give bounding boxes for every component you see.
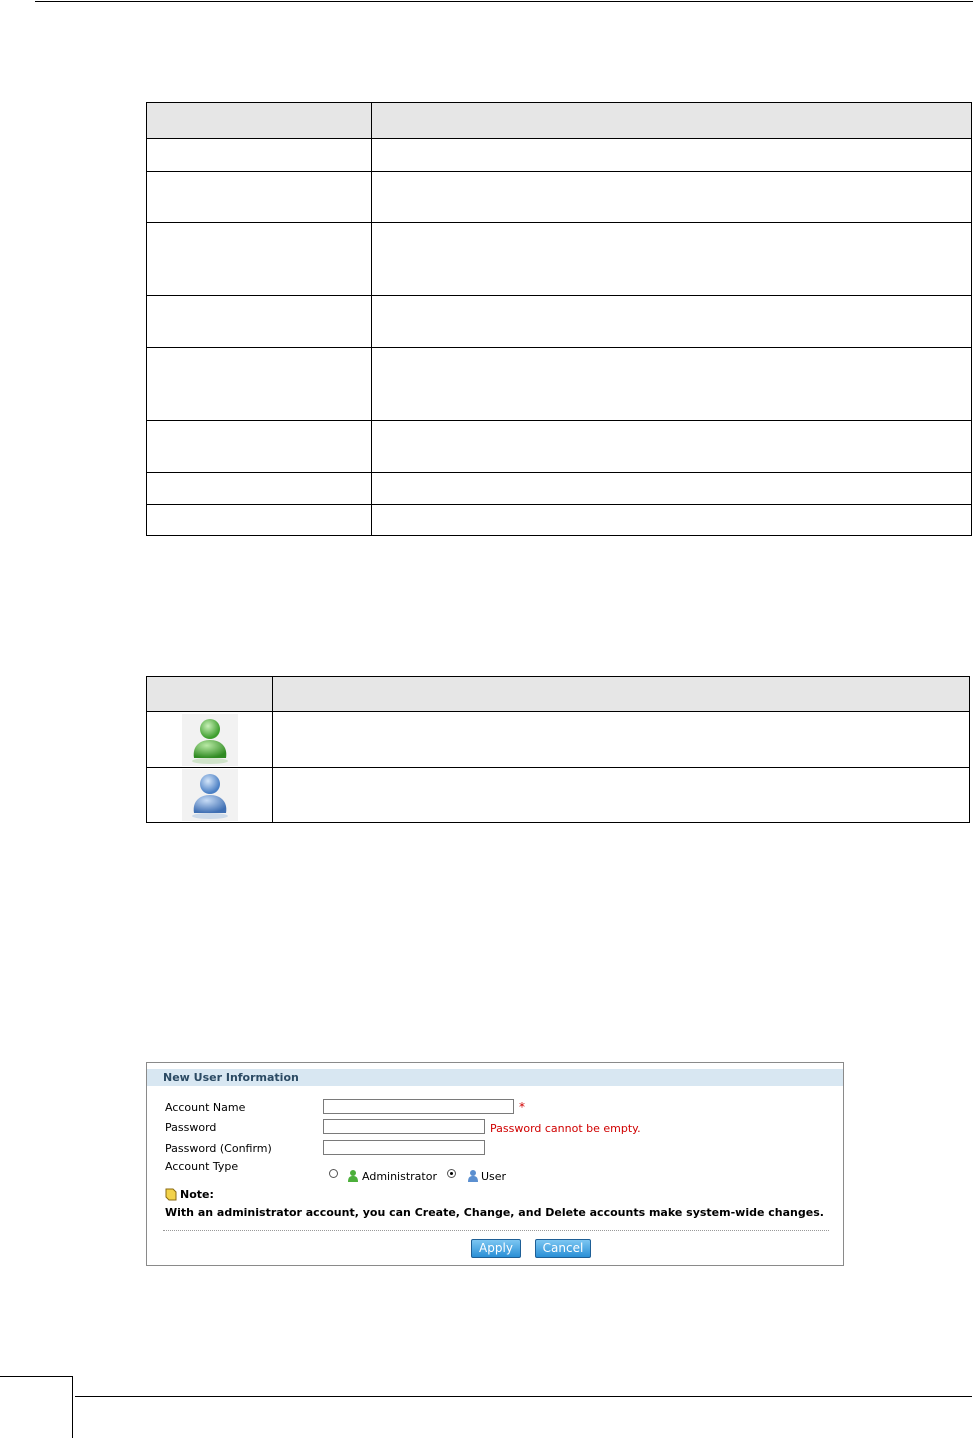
table-row bbox=[146, 504, 972, 536]
table-cell bbox=[371, 420, 972, 473]
table-cell bbox=[146, 767, 273, 823]
cancel-button[interactable]: Cancel bbox=[535, 1239, 591, 1258]
table-row bbox=[146, 222, 972, 296]
account-type-label: Account Type bbox=[165, 1160, 239, 1173]
table-cell bbox=[371, 138, 972, 172]
table-cell bbox=[371, 102, 972, 139]
account-name-label: Account Name bbox=[165, 1101, 246, 1114]
table-header-row bbox=[146, 676, 970, 712]
table-row bbox=[146, 767, 970, 823]
table-row bbox=[146, 472, 972, 505]
separator bbox=[163, 1230, 829, 1231]
footer-rule bbox=[75, 1396, 972, 1397]
table-cell bbox=[371, 472, 972, 505]
password-error: Password cannot be empty. bbox=[490, 1122, 641, 1135]
header-rule bbox=[35, 1, 973, 2]
table-cell bbox=[146, 711, 273, 768]
table-row bbox=[146, 295, 972, 348]
required-marker: * bbox=[519, 1100, 525, 1114]
table-cell bbox=[272, 767, 970, 823]
table-cell bbox=[146, 171, 372, 223]
table-row bbox=[146, 711, 970, 768]
table-cell bbox=[371, 295, 972, 348]
icon-table bbox=[146, 676, 970, 823]
table-row bbox=[146, 420, 972, 473]
new-user-dialog: New User Information Account Name * Pass… bbox=[146, 1062, 844, 1266]
apply-button[interactable]: Apply bbox=[471, 1239, 521, 1258]
description-table bbox=[146, 102, 972, 536]
password-label: Password bbox=[165, 1121, 217, 1134]
table-cell bbox=[146, 102, 372, 139]
table-row bbox=[146, 138, 972, 172]
note-text: With an administrator account, you can C… bbox=[165, 1206, 824, 1219]
table-cell bbox=[371, 222, 972, 296]
page-number-box bbox=[0, 1376, 73, 1438]
note-label: Note: bbox=[180, 1188, 214, 1201]
table-cell bbox=[146, 295, 372, 348]
table-cell bbox=[146, 347, 372, 421]
administrator-user-icon bbox=[181, 713, 238, 766]
user-radio[interactable] bbox=[447, 1169, 456, 1178]
table-cell bbox=[272, 711, 970, 768]
table-cell bbox=[371, 171, 972, 223]
administrator-icon bbox=[348, 1170, 358, 1182]
password-confirm-input[interactable] bbox=[323, 1140, 485, 1155]
table-cell bbox=[272, 676, 970, 712]
user-option-label: User bbox=[481, 1170, 507, 1183]
table-header-row bbox=[146, 102, 972, 139]
table-cell bbox=[146, 222, 372, 296]
administrator-radio[interactable] bbox=[329, 1169, 338, 1178]
account-name-input[interactable] bbox=[323, 1099, 514, 1114]
table-cell bbox=[146, 676, 273, 712]
table-cell bbox=[146, 138, 372, 172]
password-confirm-label: Password (Confirm) bbox=[165, 1142, 272, 1155]
table-cell bbox=[371, 504, 972, 536]
administrator-option-label: Administrator bbox=[362, 1170, 437, 1183]
password-input[interactable] bbox=[323, 1119, 485, 1134]
table-row bbox=[146, 171, 972, 223]
user-icon bbox=[468, 1170, 478, 1182]
table-cell bbox=[146, 420, 372, 473]
dialog-title: New User Information bbox=[147, 1069, 843, 1086]
table-row bbox=[146, 347, 972, 421]
user-icon bbox=[181, 769, 238, 821]
note-icon bbox=[165, 1188, 177, 1201]
table-cell bbox=[146, 472, 372, 505]
table-cell bbox=[371, 347, 972, 421]
table-cell bbox=[146, 504, 372, 536]
